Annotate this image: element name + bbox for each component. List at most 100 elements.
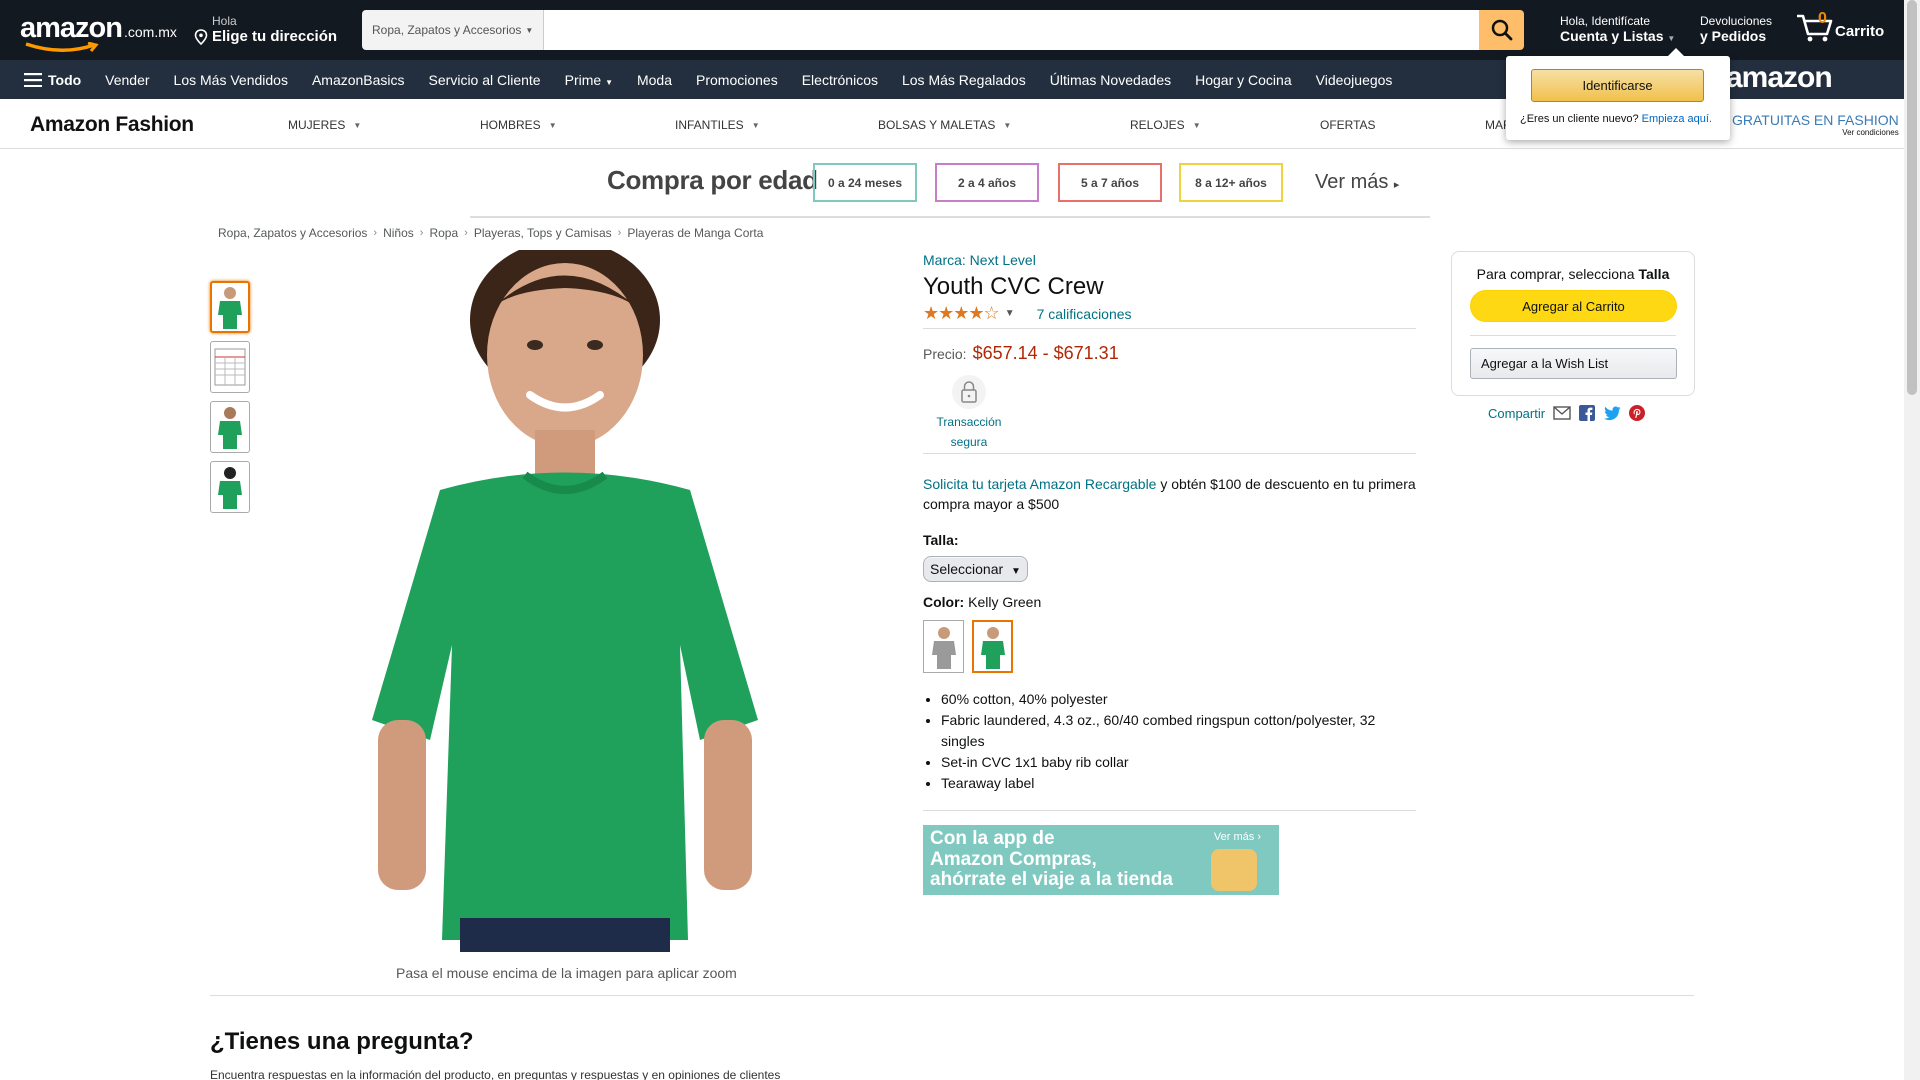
main-product-image[interactable] [370,240,760,952]
nav-link-servicio-cliente[interactable]: Servicio al Cliente [429,72,541,88]
breadcrumb-link[interactable]: Ropa, Zapatos y Accesorios [218,226,367,240]
price-label: Precio: [923,346,967,362]
star-rating-icon[interactable]: ★★★★☆ [923,303,1000,324]
breadcrumb-link[interactable]: Playeras, Tops y Camisas [474,226,612,240]
nav-link-mas-regalados[interactable]: Los Más Regalados [902,72,1026,88]
facebook-icon[interactable] [1579,405,1596,421]
nav-link-vender[interactable]: Vender [105,72,149,88]
top-navigation-bar: amazon .com.mx Hola Elige tu dirección Ro… [0,0,1904,60]
product-info-column: Marca: Next Level Youth CVC Crew ★★★★☆ ▼… [923,252,1416,895]
nav-link-electronicos[interactable]: Electrónicos [802,72,878,88]
breadcrumb-link[interactable]: Niños [383,226,414,240]
account-greeting: Hola, Identifícate [1560,14,1651,28]
green-shirt-swatch-image [980,626,1005,669]
brand-link[interactable]: Marca: Next Level [923,252,1036,268]
fashion-promo-conditions: Ver condiciones [1842,128,1899,137]
add-to-wishlist-button[interactable]: Agregar a la Wish List [1470,348,1677,379]
fashion-category-relojes[interactable]: RELOJES ▼ [1130,118,1201,132]
cart-icon [1797,14,1833,42]
age-box-0-24-months[interactable]: 0 a 24 meses [813,163,917,202]
age-box-8-12-years[interactable]: 8 a 12+ años [1179,163,1283,202]
size-select[interactable]: Seleccionar ▼ [923,556,1028,583]
ratings-count-link[interactable]: 7 calificaciones [1037,306,1132,322]
nav-link-videojuegos[interactable]: Videojuegos [1316,72,1393,88]
chevron-down-icon: ▼ [1011,566,1021,578]
search-input[interactable] [544,10,1479,50]
gray-shirt-swatch-image [931,626,956,669]
nav-link-promociones[interactable]: Promociones [696,72,778,88]
qa-subtitle: Encuentra respuestas en la información d… [210,1068,781,1080]
product-title: Youth CVC Crew [923,273,1104,300]
add-to-cart-button[interactable]: Agregar al Carrito [1470,290,1677,322]
pinterest-icon[interactable] [1629,405,1646,421]
nav-link-mas-vendidos[interactable]: Los Más Vendidos [174,72,288,88]
category-label: BOLSAS Y MALETAS [878,118,996,132]
secure-transaction-line1: Transacción [936,415,1002,429]
nav-link-moda[interactable]: Moda [637,72,672,88]
buy-box: Para comprar, selecciona Talla Agregar a… [1451,251,1695,396]
image-thumbnails [210,281,252,521]
nav-link-ultimas-novedades[interactable]: Últimas Novedades [1050,72,1171,88]
nav-link-amazonbasics[interactable]: AmazonBasics [312,72,405,88]
app-promo-banner[interactable]: Con la app de Amazon Compras, ahórrate e… [923,824,1279,895]
chevron-down-icon: ▼ [353,120,362,130]
fashion-category-mujeres[interactable]: MUJERES ▼ [288,118,361,132]
thumbnail-size-chart[interactable] [210,341,250,393]
fashion-category-infantiles[interactable]: INFANTILES ▼ [675,118,760,132]
age-box-5-7-years[interactable]: 5 a 7 años [1058,163,1162,202]
search-bar: Ropa, Zapatos y Accesorios ▼ [362,10,1524,50]
age-banner-see-more[interactable]: Ver más ▸ [1315,171,1399,194]
category-label: INFANTILES [675,118,744,132]
fashion-category-hombres[interactable]: HOMBRES ▼ [480,118,557,132]
all-menu-label: Todo [48,71,82,88]
qa-title: ¿Tienes una pregunta? [210,1028,474,1055]
shopping-bag-icon [1211,848,1257,891]
new-customer-text: ¿Eres un cliente nuevo? [1520,113,1639,125]
chevron-down-icon[interactable]: ▼ [1005,308,1015,319]
thumbnail-side-kid[interactable] [210,401,250,453]
start-here-link[interactable]: Empieza aquí. [1642,113,1712,125]
deliver-to-location[interactable]: Hola Elige tu dirección [194,14,337,46]
account-and-lists[interactable]: Hola, Identifícate Cuenta y Listas ▼ [1560,14,1675,45]
breadcrumb-link[interactable]: Playeras de Manga Corta [627,226,763,240]
thumbnail-front-kid[interactable] [210,281,250,333]
fashion-category-ofertas[interactable]: OFERTAS [1320,118,1376,132]
search-category-label: Ropa, Zapatos y Accesorios [372,23,522,37]
nav-link-prime[interactable]: Prime ▼ [565,72,613,88]
fashion-category-bolsas[interactable]: BOLSAS Y MALETAS ▼ [878,118,1011,132]
feature-bullet: Fabric laundered, 4.3 oz., 60/40 combed … [941,710,1416,751]
age-box-2-4-years[interactable]: 2 a 4 años [935,163,1039,202]
swatch-gray[interactable] [923,620,964,674]
search-button[interactable] [1479,10,1524,50]
breadcrumb-separator-icon: › [373,227,378,239]
search-category-dropdown[interactable]: Ropa, Zapatos y Accesorios ▼ [362,10,545,50]
all-menu-button[interactable]: Todo [24,72,81,88]
zoom-hint-text: Pasa el mouse encima de la imagen para a… [396,965,737,981]
share-link[interactable]: Compartir [1488,406,1545,421]
see-more-label: Ver más [1315,171,1389,193]
nav-link-prime-label: Prime [564,71,602,88]
breadcrumb-link[interactable]: Ropa [429,226,458,240]
color-swatches [923,620,1416,674]
page-scrollbar[interactable] [1904,0,1920,1080]
returns-and-orders[interactable]: Devoluciones y Pedidos [1700,14,1772,45]
fashion-shipping-promo[interactable]: GRATUITAS EN FASHION Ver condiciones [1732,112,1899,137]
card-promo-link[interactable]: Solicita tu tarjeta Amazon Recargable [923,476,1156,492]
scrollbar-thumb[interactable] [1907,0,1917,395]
email-icon[interactable] [1553,406,1571,420]
amazon-logo[interactable]: amazon .com.mx [20,12,180,52]
amazon-fashion-logo[interactable]: Amazon Fashion [30,113,194,137]
secure-transaction-badge[interactable]: Transacción segura [923,374,1015,453]
search-icon [1491,19,1512,41]
thumbnail-back-kid[interactable] [210,461,250,513]
sign-in-button[interactable]: Identificarse [1531,69,1704,102]
twitter-icon[interactable] [1603,406,1621,421]
swatch-kelly-green[interactable] [972,620,1013,674]
returns-label: Devoluciones [1700,14,1773,28]
card-promo-text: Solicita tu tarjeta Amazon Recargable y … [923,474,1416,515]
cart-button[interactable]: 0 Carrito [1795,10,1884,42]
nav-link-hogar-cocina[interactable]: Hogar y Cocina [1195,72,1292,88]
cart-count: 0 [1818,10,1827,27]
divider [1470,335,1676,336]
breadcrumb-separator-icon: › [464,227,468,239]
